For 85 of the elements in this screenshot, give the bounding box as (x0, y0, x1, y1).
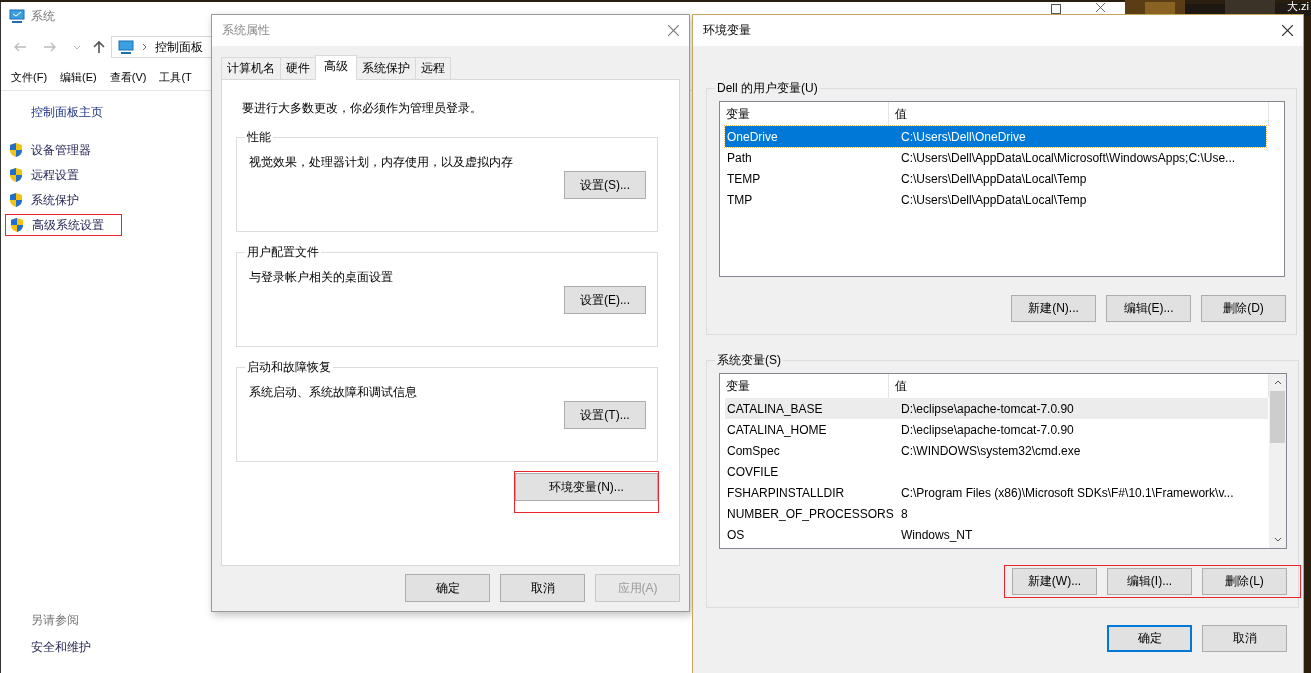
sidebar-link[interactable]: 设备管理器 (5, 141, 91, 159)
table-cell-text: TEMP (726, 171, 762, 186)
shield-icon (8, 142, 24, 158)
sidebar-link[interactable]: 控制面板主页 (31, 104, 103, 121)
sidebar-link[interactable]: 高级系统设置 (6, 216, 104, 234)
list-action-button[interactable]: 新建(W)... (1012, 568, 1097, 595)
list-row[interactable]: OS Windows_NT (725, 524, 1268, 545)
chevron-icon (142, 43, 147, 51)
group-description: 与登录帐户相关的桌面设置 (249, 269, 394, 286)
sidebar-link[interactable]: 远程设置 (5, 166, 79, 184)
list-action-button[interactable]: 编辑(I)... (1107, 568, 1192, 595)
table-cell-text: NUMBER_OF_PROCESSORS (726, 506, 895, 521)
desktop-icon-label[interactable]: 大.zi (1287, 0, 1309, 13)
table-cell-text: Windows_NT (900, 527, 974, 542)
table-cell-text: Path (726, 150, 753, 165)
group-description: 系统启动、系统故障和调试信息 (249, 384, 418, 401)
breadcrumb-item[interactable]: 控制面板 (155, 38, 203, 56)
table-cell-text: COVFILE (726, 464, 780, 479)
list-row[interactable]: Path C:\Users\Dell\AppData\Local\Microsoft\WindowsApps;C:\Use... (725, 147, 1266, 168)
group-title: 启动和故障恢复 (246, 359, 332, 376)
sidebar-link[interactable]: 系统保护 (5, 191, 79, 209)
table-cell-text: C:\Users\Dell\OneDrive (900, 129, 1027, 144)
group-title: 用户配置文件 (246, 244, 320, 261)
table-cell-text: CATALINA_HOME (726, 422, 828, 437)
menu-item[interactable]: 工具(T (159, 69, 192, 85)
list-row[interactable]: CATALINA_HOME D:\eclipse\apache-tomcat-7.0.90 (725, 419, 1268, 440)
list-action-button[interactable]: 新建(N)... (1011, 295, 1096, 322)
scrollbar-thumb[interactable] (1270, 391, 1285, 443)
tab[interactable]: 远程 (415, 57, 451, 79)
list-row[interactable]: CATALINA_BASE D:\eclipse\apache-tomcat-7.0.90 (725, 398, 1268, 419)
group-title: 系统变量(S) (716, 352, 782, 369)
window-title: 系统 (31, 7, 55, 25)
settings-button[interactable]: 设置(T)... (564, 401, 646, 429)
list-row[interactable]: TEMP C:\Users\Dell\AppData\Local\Temp (725, 168, 1266, 189)
list-row[interactable]: NUMBER_OF_PROCESSORS 8 (725, 503, 1268, 524)
list-row[interactable]: TMP C:\Users\Dell\AppData\Local\Temp (725, 189, 1266, 210)
menu-item[interactable]: 查看(V) (109, 69, 147, 85)
monitor-icon (118, 39, 134, 55)
group-title: Dell 的用户变量(U) (716, 80, 819, 97)
menu-item[interactable]: 编辑(E) (60, 69, 97, 85)
shield-icon (9, 217, 25, 233)
shield-icon (8, 167, 24, 183)
section-heading: 另请参阅 (31, 612, 80, 629)
table-cell-text: D:\eclipse\apache-tomcat-7.0.90 (900, 422, 1075, 437)
window-title: 系统属性 (222, 22, 270, 39)
table-cell-text: 8 (900, 506, 909, 521)
list-action-button[interactable]: 删除(D) (1201, 295, 1286, 322)
maximize-icon[interactable] (1051, 4, 1061, 14)
list-row[interactable]: OneDrive C:\Users\Dell\OneDrive (725, 126, 1266, 147)
menu-item[interactable]: 文件(F) (11, 69, 48, 85)
environment-variables-button[interactable]: 环境变量(N)... (515, 473, 658, 501)
table-cell-text: C:\Users\Dell\AppData\Local\Microsoft\WindowsApps;C:\Use... (900, 150, 1237, 165)
list-row[interactable]: COVFILE (725, 461, 1268, 482)
tab[interactable]: 计算机名 (221, 57, 281, 79)
shield-icon (8, 192, 24, 208)
tab[interactable]: 高级 (315, 55, 357, 80)
table-cell-text: C:\Program Files (x86)\Microsoft SDKs\F#\10.1\Framework\v... (900, 485, 1235, 500)
close-icon[interactable] (1282, 25, 1293, 36)
table-cell-text: OS (726, 527, 746, 542)
table-cell-text: CATALINA_BASE (726, 401, 824, 416)
settings-button[interactable]: 设置(E)... (564, 286, 646, 314)
list-row[interactable]: FSHARPINSTALLDIR C:\Program Files (x86)\Microsoft SDKs\F#\10.1\Framework\v... (725, 482, 1268, 503)
list-row[interactable]: ComSpec C:\WINDOWS\system32\cmd.exe (725, 440, 1268, 461)
table-cell-text: C:\Users\Dell\AppData\Local\Temp (900, 192, 1088, 207)
up-arrow-icon[interactable] (93, 40, 105, 54)
group-description: 视觉效果，处理器计划，内存使用，以及虚拟内存 (249, 154, 514, 171)
table-cell-text: TMP (726, 192, 754, 207)
table-cell-text: FSHARPINSTALLDIR (726, 485, 846, 500)
monitor-icon (9, 8, 25, 24)
table-cell-text: C:\WINDOWS\system32\cmd.exe (900, 443, 1082, 458)
table-cell-text: ComSpec (726, 443, 781, 458)
list-action-button[interactable]: 删除(L) (1202, 568, 1287, 595)
table-cell-text: OneDrive (726, 129, 779, 144)
dialog-button[interactable]: 取消 (1202, 625, 1287, 652)
group-title: 性能 (246, 129, 272, 146)
table-cell-text: C:\Users\Dell\AppData\Local\Temp (900, 171, 1088, 186)
dialog-button[interactable]: 取消 (500, 574, 585, 602)
window-title: 环境变量 (703, 22, 751, 39)
dialog-button[interactable]: 确定 (1107, 625, 1192, 652)
dialog-button[interactable]: 确定 (405, 574, 490, 602)
notice-text: 要进行大多数更改，你必须作为管理员登录。 (242, 100, 483, 117)
list-action-button[interactable]: 编辑(E)... (1106, 295, 1191, 322)
sidebar-link[interactable]: 安全和维护 (31, 639, 91, 656)
table-cell-text: D:\eclipse\apache-tomcat-7.0.90 (900, 401, 1075, 416)
settings-button[interactable]: 设置(S)... (564, 171, 646, 199)
